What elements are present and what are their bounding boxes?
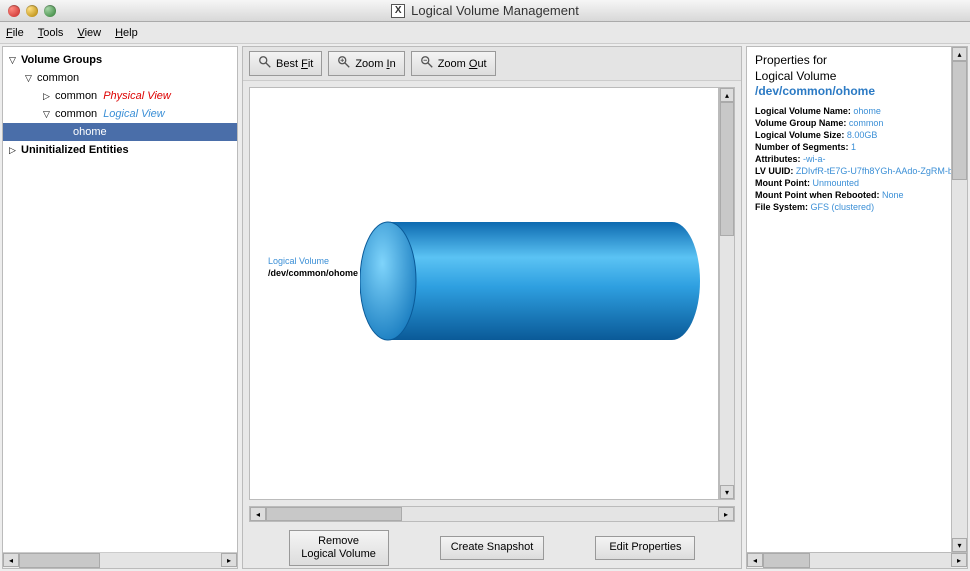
canvas-wrap: Logical Volume /dev/common/ohome [243, 81, 741, 506]
tree-logical-view[interactable]: common Logical View [3, 105, 237, 123]
scroll-down-button[interactable]: ▾ [952, 538, 967, 552]
zoom-in-button[interactable]: Zoom In [328, 51, 404, 76]
scrollbar-track[interactable] [266, 507, 718, 521]
scroll-right-button[interactable]: ▸ [951, 553, 967, 567]
zoom-toolbar: Best Fit Zoom In Zoom Out [243, 47, 741, 81]
scroll-up-button[interactable]: ▴ [720, 88, 734, 102]
scroll-up-button[interactable]: ▴ [952, 47, 967, 61]
volume-tree[interactable]: Volume Groups common common Physical Vie… [3, 47, 237, 552]
expander-icon[interactable] [43, 91, 53, 102]
scroll-right-button[interactable]: ▸ [718, 507, 734, 521]
tree-root-volume-groups[interactable]: Volume Groups [3, 51, 237, 69]
best-fit-button[interactable]: Best Fit [249, 51, 322, 76]
canvas-scrollbar-horizontal[interactable]: ◂ ▸ [249, 506, 735, 522]
menu-view[interactable]: View [77, 27, 101, 39]
expander-icon[interactable] [25, 73, 35, 84]
props-scrollbar-vertical[interactable]: ▴ ▾ [951, 47, 967, 552]
scrollbar-thumb[interactable] [720, 102, 734, 236]
scrollbar-thumb[interactable] [763, 553, 810, 568]
scroll-right-button[interactable]: ▸ [221, 553, 237, 567]
tree-physical-view[interactable]: common Physical View [3, 87, 237, 105]
zoom-out-button[interactable]: Zoom Out [411, 51, 496, 76]
canvas-scrollbar-vertical[interactable]: ▴ ▾ [719, 87, 735, 500]
props-scrollbar-horizontal[interactable]: ◂ ▸ [746, 553, 968, 569]
prop-attributes: Attributes: -wi-a- [755, 154, 943, 164]
window-title-text: Logical Volume Management [411, 3, 579, 18]
content-area: Volume Groups common common Physical Vie… [0, 44, 970, 571]
expander-icon[interactable] [43, 109, 53, 120]
tree-uninitialized[interactable]: Uninitialized Entities [3, 141, 237, 159]
prop-lv-size: Logical Volume Size: 8.00GB [755, 130, 943, 140]
prop-uuid: LV UUID: ZDIvfR-tE7G-U7fh8YGh-AAdo-ZgRM-… [755, 166, 943, 176]
menubar: File Tools View Help [0, 22, 970, 44]
create-snapshot-button[interactable]: Create Snapshot [440, 536, 545, 559]
canvas-volume-label: Logical Volume /dev/common/ohome [268, 256, 358, 279]
tree-scrollbar-horizontal[interactable]: ◂ ▸ [3, 552, 237, 568]
scroll-left-button[interactable]: ◂ [747, 553, 763, 567]
scrollbar-thumb[interactable] [19, 553, 100, 568]
properties-panel: Properties for Logical Volume /dev/commo… [746, 46, 968, 569]
scroll-down-button[interactable]: ▾ [720, 485, 734, 499]
menu-file[interactable]: File [6, 27, 24, 39]
expander-icon[interactable] [9, 145, 19, 156]
tree-panel: Volume Groups common common Physical Vie… [2, 46, 238, 569]
prop-mount-reboot: Mount Point when Rebooted: None [755, 190, 943, 200]
edit-properties-button[interactable]: Edit Properties [595, 536, 695, 559]
cylinder-icon [360, 216, 700, 349]
tree-item-ohome[interactable]: ohome [3, 123, 237, 141]
tree-vg-common[interactable]: common [3, 69, 237, 87]
prop-vg-name: Volume Group Name: common [755, 118, 943, 128]
titlebar: X Logical Volume Management [0, 0, 970, 22]
scrollbar-track[interactable] [19, 553, 221, 568]
scrollbar-thumb[interactable] [266, 507, 402, 521]
prop-segments: Number of Segments: 1 [755, 142, 943, 152]
prop-filesystem: File System: GFS (clustered) [755, 202, 943, 212]
magnifier-icon [258, 55, 272, 72]
scrollbar-track[interactable] [763, 553, 951, 568]
scrollbar-track[interactable] [720, 102, 734, 485]
scroll-left-button[interactable]: ◂ [3, 553, 19, 567]
x11-icon: X [391, 4, 405, 18]
magnifier-plus-icon [337, 55, 351, 72]
properties-content: Properties for Logical Volume /dev/commo… [747, 47, 951, 552]
magnifier-minus-icon [420, 55, 434, 72]
prop-mount: Mount Point: Unmounted [755, 178, 943, 188]
scrollbar-track[interactable] [952, 61, 967, 538]
scroll-left-button[interactable]: ◂ [250, 507, 266, 521]
window-title: X Logical Volume Management [0, 3, 970, 18]
action-buttons: Remove Logical Volume Create Snapshot Ed… [243, 528, 741, 568]
expander-icon[interactable] [9, 55, 19, 66]
menu-help[interactable]: Help [115, 27, 138, 39]
center-panel: Best Fit Zoom In Zoom Out Logical Volume… [242, 46, 742, 569]
volume-canvas[interactable]: Logical Volume /dev/common/ohome [249, 87, 719, 500]
remove-lv-button[interactable]: Remove Logical Volume [289, 530, 389, 566]
menu-tools[interactable]: Tools [38, 27, 64, 39]
properties-heading: Properties for Logical Volume /dev/commo… [755, 53, 943, 100]
scrollbar-thumb[interactable] [952, 61, 967, 180]
prop-lv-name: Logical Volume Name: ohome [755, 106, 943, 116]
